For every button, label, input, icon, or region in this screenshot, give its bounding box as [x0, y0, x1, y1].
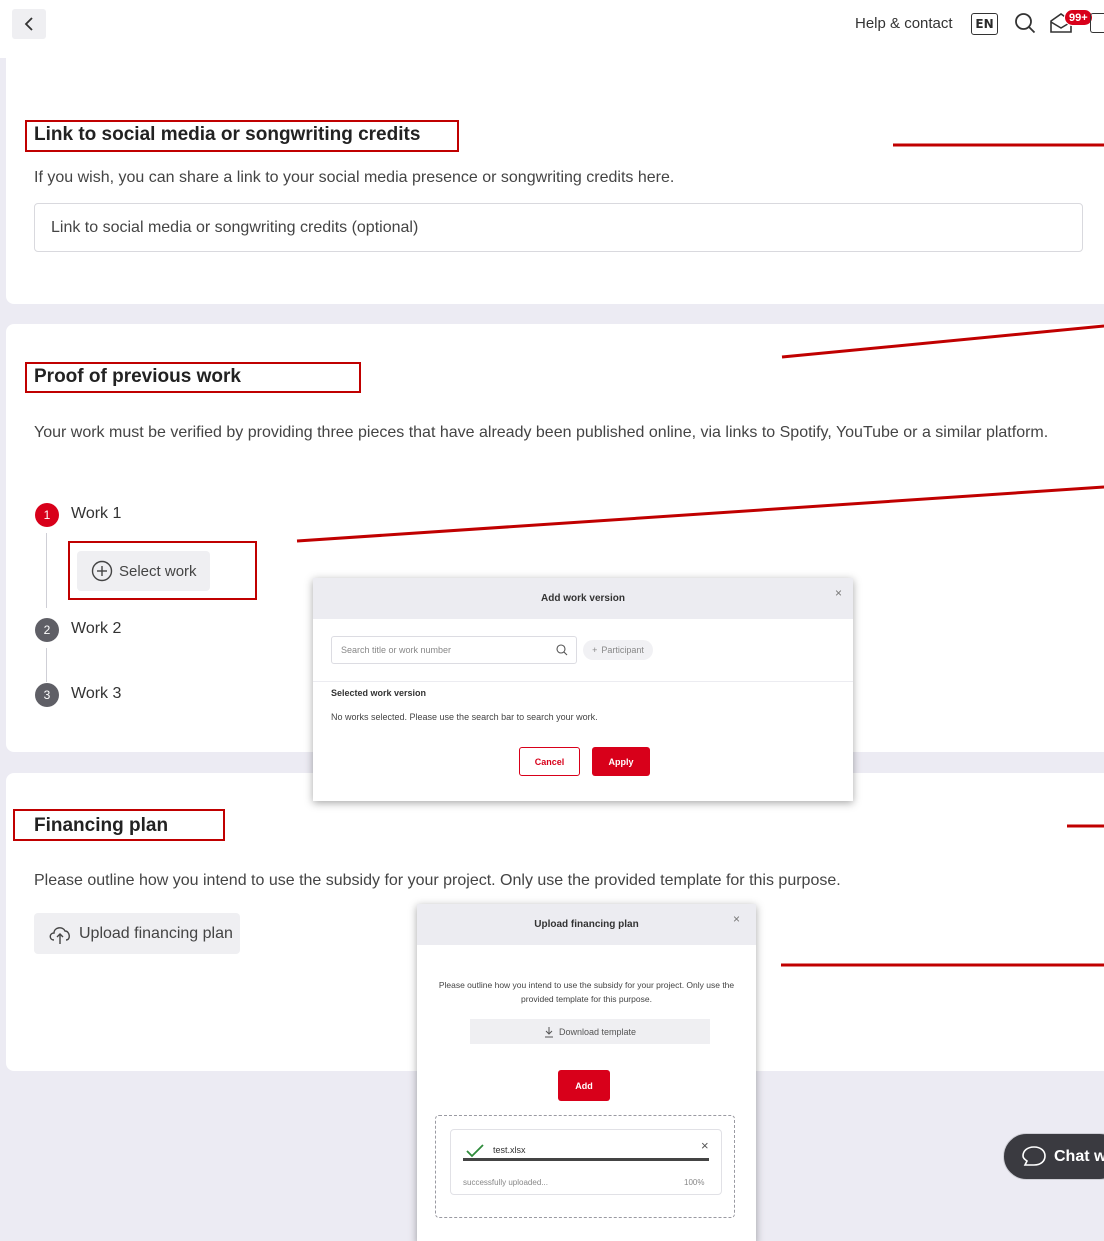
help-contact-link[interactable]: Help & contact	[855, 15, 953, 32]
remove-file-icon[interactable]: ×	[701, 1138, 709, 1153]
close-icon[interactable]: ×	[835, 586, 842, 600]
social-link-description: If you wish, you can share a link to you…	[34, 169, 675, 186]
download-template-label: Download template	[558, 1026, 637, 1037]
dialog-title: Add work version	[541, 593, 625, 604]
language-switch[interactable]: EN	[971, 13, 998, 35]
step-connector	[46, 648, 47, 682]
chat-label: Chat w	[1054, 1147, 1104, 1165]
dialog-header: Upload financing plan	[417, 904, 756, 945]
upload-progress-fill	[463, 1158, 709, 1161]
chevron-left-icon	[24, 17, 33, 31]
empty-state-text: No works selected. Please use the search…	[331, 712, 598, 722]
social-link-input[interactable]	[34, 203, 1083, 252]
chat-bubble-icon	[1022, 1145, 1046, 1166]
dialog-title: Upload financing plan	[534, 919, 639, 930]
upload-financing-plan-button[interactable]: Upload financing plan	[34, 913, 240, 954]
work-search-input[interactable]: Search title or work number	[331, 636, 577, 664]
add-work-version-dialog: Add work version × Search title or work …	[313, 578, 853, 801]
select-work-label: Select work	[119, 562, 197, 580]
cloud-upload-icon	[49, 926, 70, 944]
proof-of-work-description: Your work must be verified by providing …	[34, 424, 1049, 441]
step-number: 3	[35, 683, 59, 707]
upload-percent: 100%	[684, 1178, 705, 1187]
apply-button[interactable]: Apply	[592, 747, 650, 776]
add-participant-chip[interactable]: + Participant	[583, 640, 653, 660]
step-connector	[46, 533, 47, 608]
dialog-header: Add work version	[313, 578, 853, 619]
check-icon	[466, 1144, 484, 1158]
plus-icon: +	[592, 645, 598, 655]
uploaded-file-card: test.xlsx × successfully uploaded... 100…	[450, 1129, 722, 1195]
close-icon[interactable]: ×	[733, 912, 740, 926]
proof-of-work-title: Proof of previous work	[34, 366, 241, 387]
social-link-title: Link to social media or songwriting cred…	[34, 124, 421, 145]
upload-status: successfully uploaded...	[463, 1178, 548, 1187]
download-template-button[interactable]: Download template	[470, 1019, 710, 1044]
select-work-button[interactable]: Select work	[77, 551, 210, 591]
selected-work-title: Selected work version	[331, 688, 427, 698]
step-number: 2	[35, 618, 59, 642]
financing-plan-description: Please outline how you intend to use the…	[34, 872, 841, 889]
inbox-count-badge: 99+	[1064, 9, 1093, 26]
search-placeholder: Search title or work number	[341, 645, 452, 655]
chat-button[interactable]: Chat w	[1003, 1133, 1104, 1180]
search-icon[interactable]	[1014, 12, 1036, 34]
back-button[interactable]	[12, 9, 46, 39]
financing-plan-title: Financing plan	[34, 815, 169, 836]
participant-label: Participant	[601, 645, 644, 655]
upload-progress-bar	[463, 1158, 709, 1161]
plus-circle-icon	[91, 560, 113, 582]
upload-financing-plan-label: Upload financing plan	[79, 924, 233, 942]
upload-financing-plan-dialog: Upload financing plan × Please outline h…	[417, 904, 756, 1241]
step-label-work-1: Work 1	[71, 505, 122, 522]
add-button[interactable]: Add	[558, 1070, 610, 1101]
upload-dialog-description: Please outline how you intend to use the…	[438, 980, 735, 1004]
download-icon	[544, 1026, 553, 1037]
search-icon	[556, 644, 568, 656]
step-label-work-3: Work 3	[71, 685, 122, 702]
cancel-button[interactable]: Cancel	[519, 747, 580, 776]
step-number: 1	[35, 503, 59, 527]
divider	[313, 681, 853, 682]
file-dropzone[interactable]: test.xlsx × successfully uploaded... 100…	[435, 1115, 735, 1218]
file-name: test.xlsx	[493, 1145, 526, 1155]
step-label-work-2: Work 2	[71, 620, 122, 637]
logout-icon[interactable]	[1090, 13, 1104, 33]
